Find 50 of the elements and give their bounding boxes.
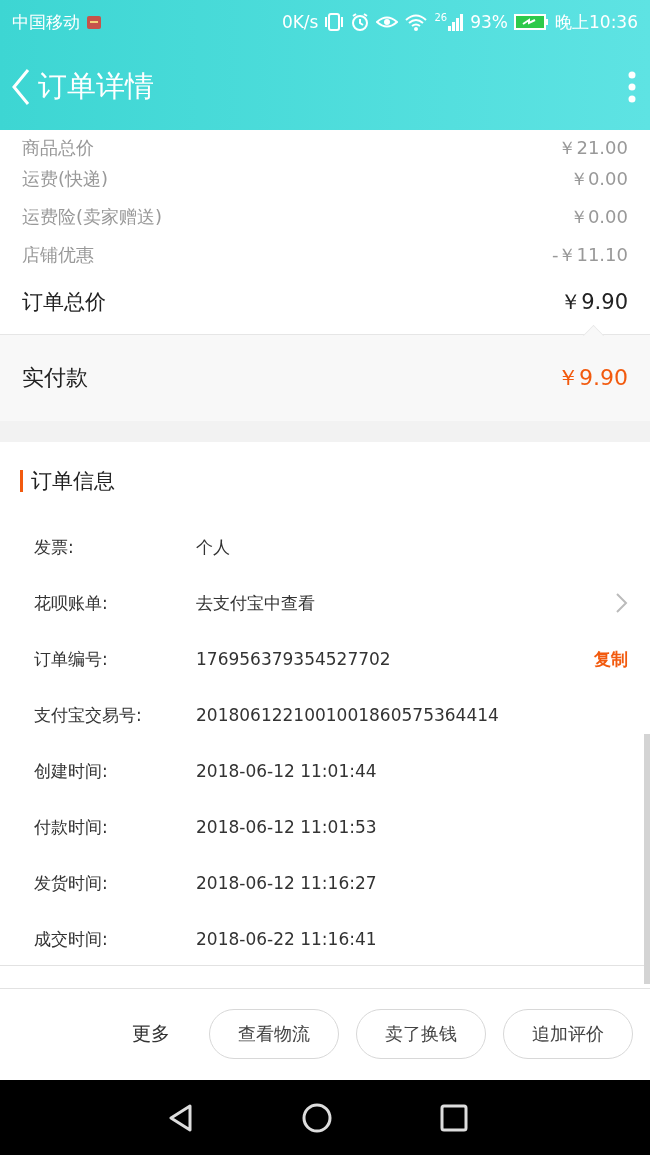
chevron-right-icon <box>615 592 628 614</box>
section-accent-bar <box>20 469 23 492</box>
action-button[interactable]: 查看物流 <box>209 1009 339 1059</box>
price-value: ￥0.00 <box>569 167 628 191</box>
info-label: 发货时间: <box>34 871 109 895</box>
price-value: ￥0.00 <box>569 205 628 229</box>
price-label: 运费险(卖家赠送) <box>22 205 163 229</box>
more-link[interactable]: 更多 <box>132 1021 170 1047</box>
info-value: 2018-06-12 11:01:44 <box>196 761 378 781</box>
info-label: 创建时间: <box>34 759 109 783</box>
price-label: 运费(快递) <box>22 167 109 191</box>
signal-label: 26 <box>434 12 448 23</box>
alipay-link[interactable]: 去支付宝中查看 <box>196 591 615 615</box>
signal-icon <box>448 12 465 32</box>
section-title: 订单信息 <box>31 467 115 495</box>
price-label: 店铺优惠 <box>22 243 94 267</box>
info-label: 成交时间: <box>34 927 109 951</box>
paid-label: 实付款 <box>22 364 88 392</box>
order-total-value: ￥9.90 <box>560 289 628 316</box>
network-speed: 0K/s <box>281 12 319 32</box>
info-value: 2018061221001001860575364414 <box>196 705 500 725</box>
home-nav-icon[interactable] <box>302 1102 332 1133</box>
order-total-label: 订单总价 <box>22 289 106 316</box>
info-label: 发票: <box>34 535 75 559</box>
info-label: 付款时间: <box>34 815 109 839</box>
back-nav-icon[interactable] <box>168 1103 194 1132</box>
price-label: 商品总价 <box>22 136 94 160</box>
info-value: 2018-06-12 11:16:27 <box>196 873 378 893</box>
info-value: 2018-06-22 11:16:41 <box>196 929 378 949</box>
wifi-icon <box>404 12 429 32</box>
action-button[interactable]: 卖了换钱 <box>356 1009 486 1059</box>
carrier-name: 中国移动 <box>12 10 80 34</box>
battery-percent: 93% <box>470 12 508 32</box>
info-value: 2018-06-12 11:01:53 <box>196 817 378 837</box>
info-value: 个人 <box>196 535 231 559</box>
info-label: 订单编号: <box>34 647 109 671</box>
info-label: 花呗账单: <box>34 591 109 615</box>
info-value: 176956379354527702 <box>196 649 392 669</box>
paid-amount: ￥9.90 <box>557 364 628 392</box>
recents-nav-icon[interactable] <box>440 1103 468 1132</box>
app-notification-icon <box>86 13 102 31</box>
alarm-icon <box>350 12 371 32</box>
info-label: 支付宝交易号: <box>34 703 143 727</box>
price-value: -￥11.10 <box>551 243 628 267</box>
battery-icon <box>514 12 549 32</box>
clock-time: 晚上10:36 <box>555 10 638 34</box>
page-title: 订单详情 <box>38 68 155 105</box>
vibrate-icon <box>324 12 345 32</box>
price-value: ￥21.00 <box>558 136 628 160</box>
action-button[interactable]: 追加评价 <box>503 1009 633 1059</box>
